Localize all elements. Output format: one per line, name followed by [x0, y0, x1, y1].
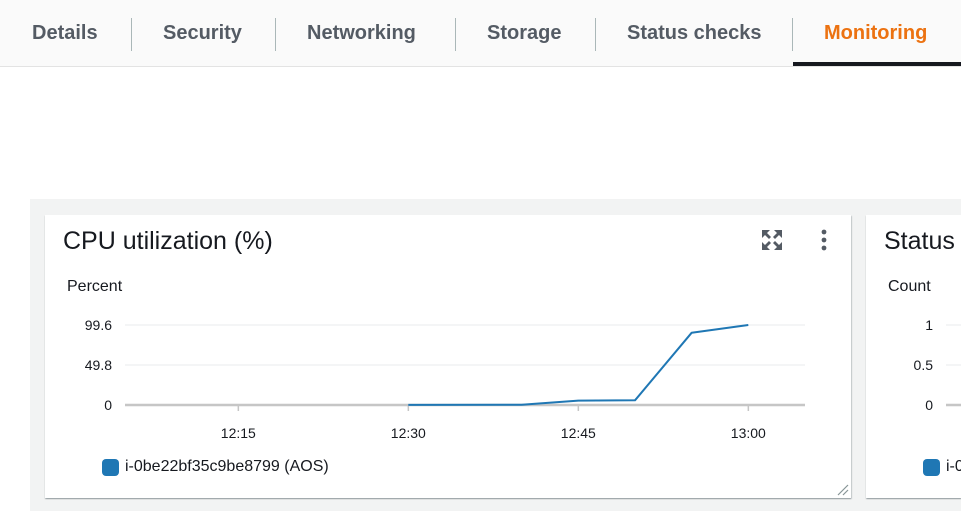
x-tick-label: 12:30	[391, 425, 426, 441]
tab-divider	[792, 18, 793, 51]
chart-legend[interactable]: i-0be22bf35c9be8799 (AOS)	[102, 458, 329, 476]
tab-divider	[455, 18, 456, 51]
legend-swatch	[923, 458, 940, 476]
status-check-panel: Status Count 0 0.5 1 i-0	[866, 215, 961, 498]
y-tick-label: 99.6	[85, 317, 112, 333]
legend-label: i-0be22bf35c9be8799 (AOS)	[125, 458, 329, 475]
tab-storage[interactable]: Storage	[487, 0, 561, 67]
legend-swatch	[102, 458, 119, 476]
tab-security[interactable]: Security	[163, 0, 242, 67]
cpu-utilization-chart: 0 49.8 99.6 12:15 12:30 12:45 13:00	[85, 317, 805, 441]
tab-networking[interactable]: Networking	[307, 0, 416, 67]
legend-label: i-0	[946, 458, 961, 475]
x-tick-label: 13:00	[731, 425, 766, 441]
status-check-chart: 00.51	[914, 317, 961, 413]
resize-handle-icon[interactable]	[835, 482, 849, 496]
tab-monitoring[interactable]: Monitoring	[824, 0, 927, 67]
tab-bar: Details Security Networking Storage Stat…	[0, 0, 961, 67]
tab-divider	[275, 18, 276, 51]
tab-status-checks[interactable]: Status checks	[627, 0, 762, 67]
y-tick-label: 49.8	[85, 357, 112, 373]
y-tick-label: 0	[104, 397, 112, 413]
y-tick-label: 0	[925, 397, 933, 413]
tab-divider	[595, 18, 596, 51]
y-tick-label: 1	[925, 317, 933, 333]
active-tab-indicator	[793, 62, 961, 66]
tab-details[interactable]: Details	[32, 0, 98, 67]
x-tick-label: 12:15	[221, 425, 256, 441]
chart-legend[interactable]: i-0	[923, 458, 961, 476]
y-tick-label: 0.5	[914, 357, 934, 373]
tab-divider	[131, 18, 132, 51]
x-tick-label: 12:45	[561, 425, 596, 441]
cpu-utilization-panel: CPU utilization (%) Percent 0 49.8 99.6 12:…	[45, 215, 851, 498]
